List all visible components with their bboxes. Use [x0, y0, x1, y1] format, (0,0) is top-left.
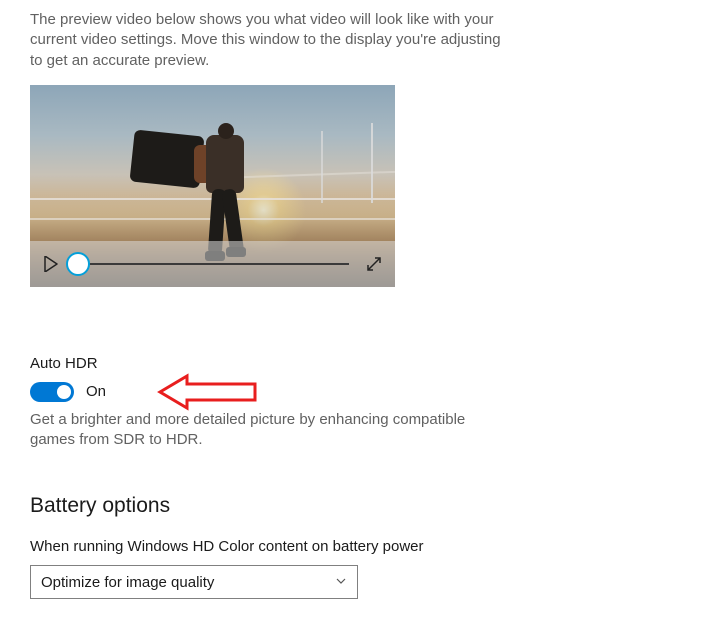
fullscreen-button[interactable]	[363, 253, 385, 275]
seek-thumb[interactable]	[66, 252, 90, 276]
play-icon	[44, 256, 58, 272]
video-controls	[30, 241, 395, 287]
video-preview[interactable]	[30, 85, 395, 287]
preview-helper-text: The preview video below shows you what v…	[30, 10, 505, 71]
auto-hdr-state-text: On	[86, 383, 106, 400]
fullscreen-icon	[366, 256, 382, 272]
auto-hdr-description: Get a brighter and more detailed picture…	[30, 410, 505, 451]
battery-options-heading: Battery options	[30, 494, 674, 518]
battery-dropdown-selected: Optimize for image quality	[41, 574, 214, 591]
chevron-down-icon	[335, 574, 347, 590]
auto-hdr-label: Auto HDR	[30, 355, 590, 372]
seek-bar[interactable]	[76, 253, 349, 275]
battery-sublabel: When running Windows HD Color content on…	[30, 538, 674, 555]
play-button[interactable]	[40, 253, 62, 275]
auto-hdr-toggle[interactable]	[30, 382, 74, 402]
annotation-arrow-icon	[155, 370, 265, 414]
battery-option-dropdown[interactable]: Optimize for image quality	[30, 565, 358, 599]
